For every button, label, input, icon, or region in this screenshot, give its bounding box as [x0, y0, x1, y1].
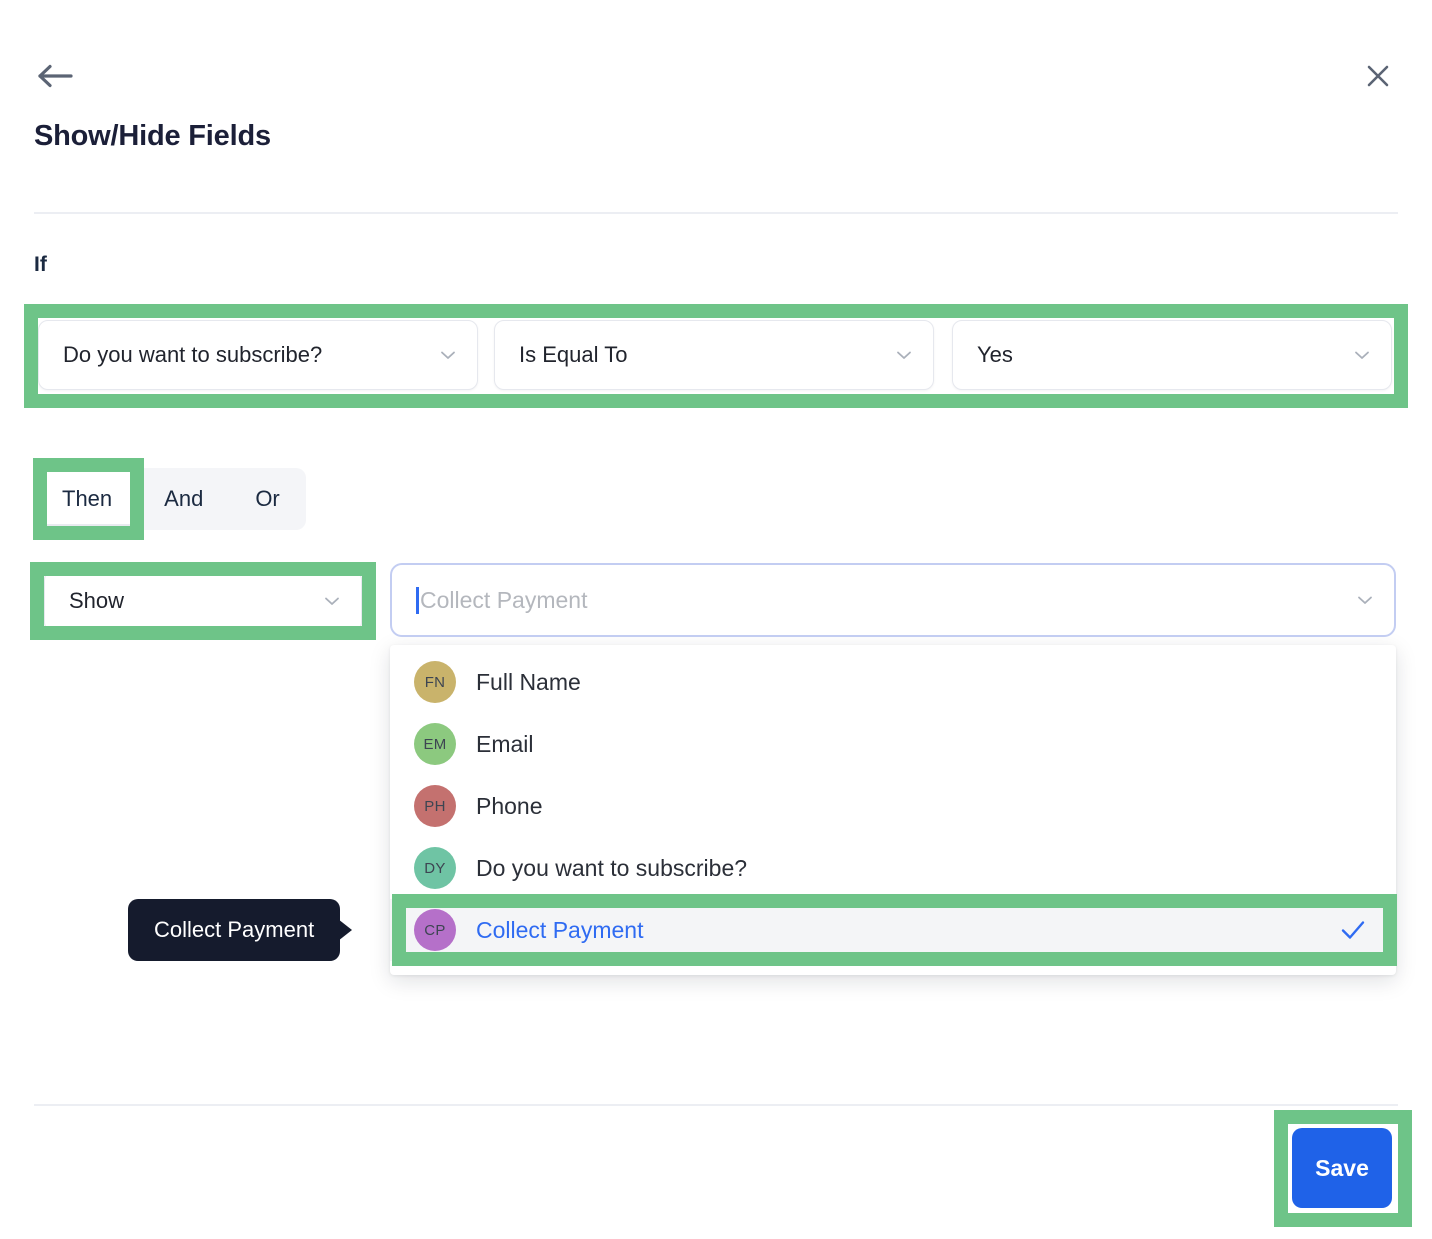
close-button[interactable] — [1356, 56, 1400, 100]
show-hide-fields-dialog: Show/Hide Fields If Do you want to subsc… — [0, 0, 1432, 1239]
target-field-combobox[interactable]: Collect Payment — [390, 563, 1396, 637]
dropdown-option-label: Collect Payment — [476, 916, 644, 943]
avatar: FN — [414, 661, 456, 703]
avatar: PH — [414, 785, 456, 827]
dropdown-option-do-you-want-to-subscribe[interactable]: DY Do you want to subscribe? — [390, 837, 1396, 899]
dropdown-option-email[interactable]: EM Email — [390, 713, 1396, 775]
dropdown-option-collect-payment[interactable]: CP Collect Payment — [390, 899, 1396, 961]
if-label: If — [34, 253, 47, 276]
tab-then-label: Then — [62, 486, 113, 511]
chevron-down-icon — [321, 590, 343, 612]
condition-operator-select[interactable]: Is Equal To — [494, 320, 934, 390]
back-button[interactable] — [34, 57, 76, 99]
dropdown-option-phone[interactable]: PH Phone — [390, 775, 1396, 837]
avatar: DY — [414, 847, 456, 889]
tab-or-label: Or — [255, 486, 280, 511]
condition-value-select[interactable]: Yes — [952, 320, 1392, 390]
chevron-down-icon — [893, 344, 915, 366]
dropdown-option-label: Full Name — [476, 668, 581, 695]
text-cursor — [416, 586, 419, 614]
check-icon — [1340, 917, 1366, 943]
tab-or[interactable]: Or — [229, 468, 305, 530]
condition-operator-value: Is Equal To — [519, 342, 628, 367]
dropdown-option-label: Do you want to subscribe? — [476, 854, 748, 881]
header-divider — [34, 212, 1398, 214]
arrow-left-icon — [36, 61, 74, 96]
avatar: CP — [414, 909, 456, 951]
tab-and-label: And — [164, 486, 204, 511]
avatar: EM — [414, 723, 456, 765]
action-type-value: Show — [69, 588, 125, 613]
condition-field-value: Do you want to subscribe? — [63, 342, 323, 367]
dropdown-option-label: Phone — [476, 792, 543, 819]
dropdown-option-label: Email — [476, 730, 534, 757]
action-type-select[interactable]: Show — [44, 570, 362, 632]
target-field-placeholder: Collect Payment — [420, 586, 588, 613]
condition-field-select[interactable]: Do you want to subscribe? — [38, 320, 478, 390]
footer-divider — [34, 1104, 1398, 1106]
close-icon — [1364, 62, 1392, 95]
page-title: Show/Hide Fields — [34, 120, 271, 152]
condition-value-value: Yes — [977, 342, 1013, 367]
target-field-dropdown-menu: FN Full Name EM Email PH Phone DY Do you… — [390, 645, 1396, 975]
save-button[interactable]: Save — [1292, 1128, 1392, 1208]
tab-then[interactable]: Then — [36, 468, 139, 530]
logic-tab-group: Then And Or — [36, 468, 306, 530]
chevron-down-icon — [1351, 344, 1373, 366]
tooltip-label: Collect Payment — [154, 917, 315, 942]
chevron-down-icon — [437, 344, 459, 366]
tab-and[interactable]: And — [138, 468, 229, 530]
chevron-down-icon — [1354, 589, 1376, 611]
tooltip: Collect Payment — [128, 899, 353, 961]
dropdown-option-full-name[interactable]: FN Full Name — [390, 651, 1396, 713]
